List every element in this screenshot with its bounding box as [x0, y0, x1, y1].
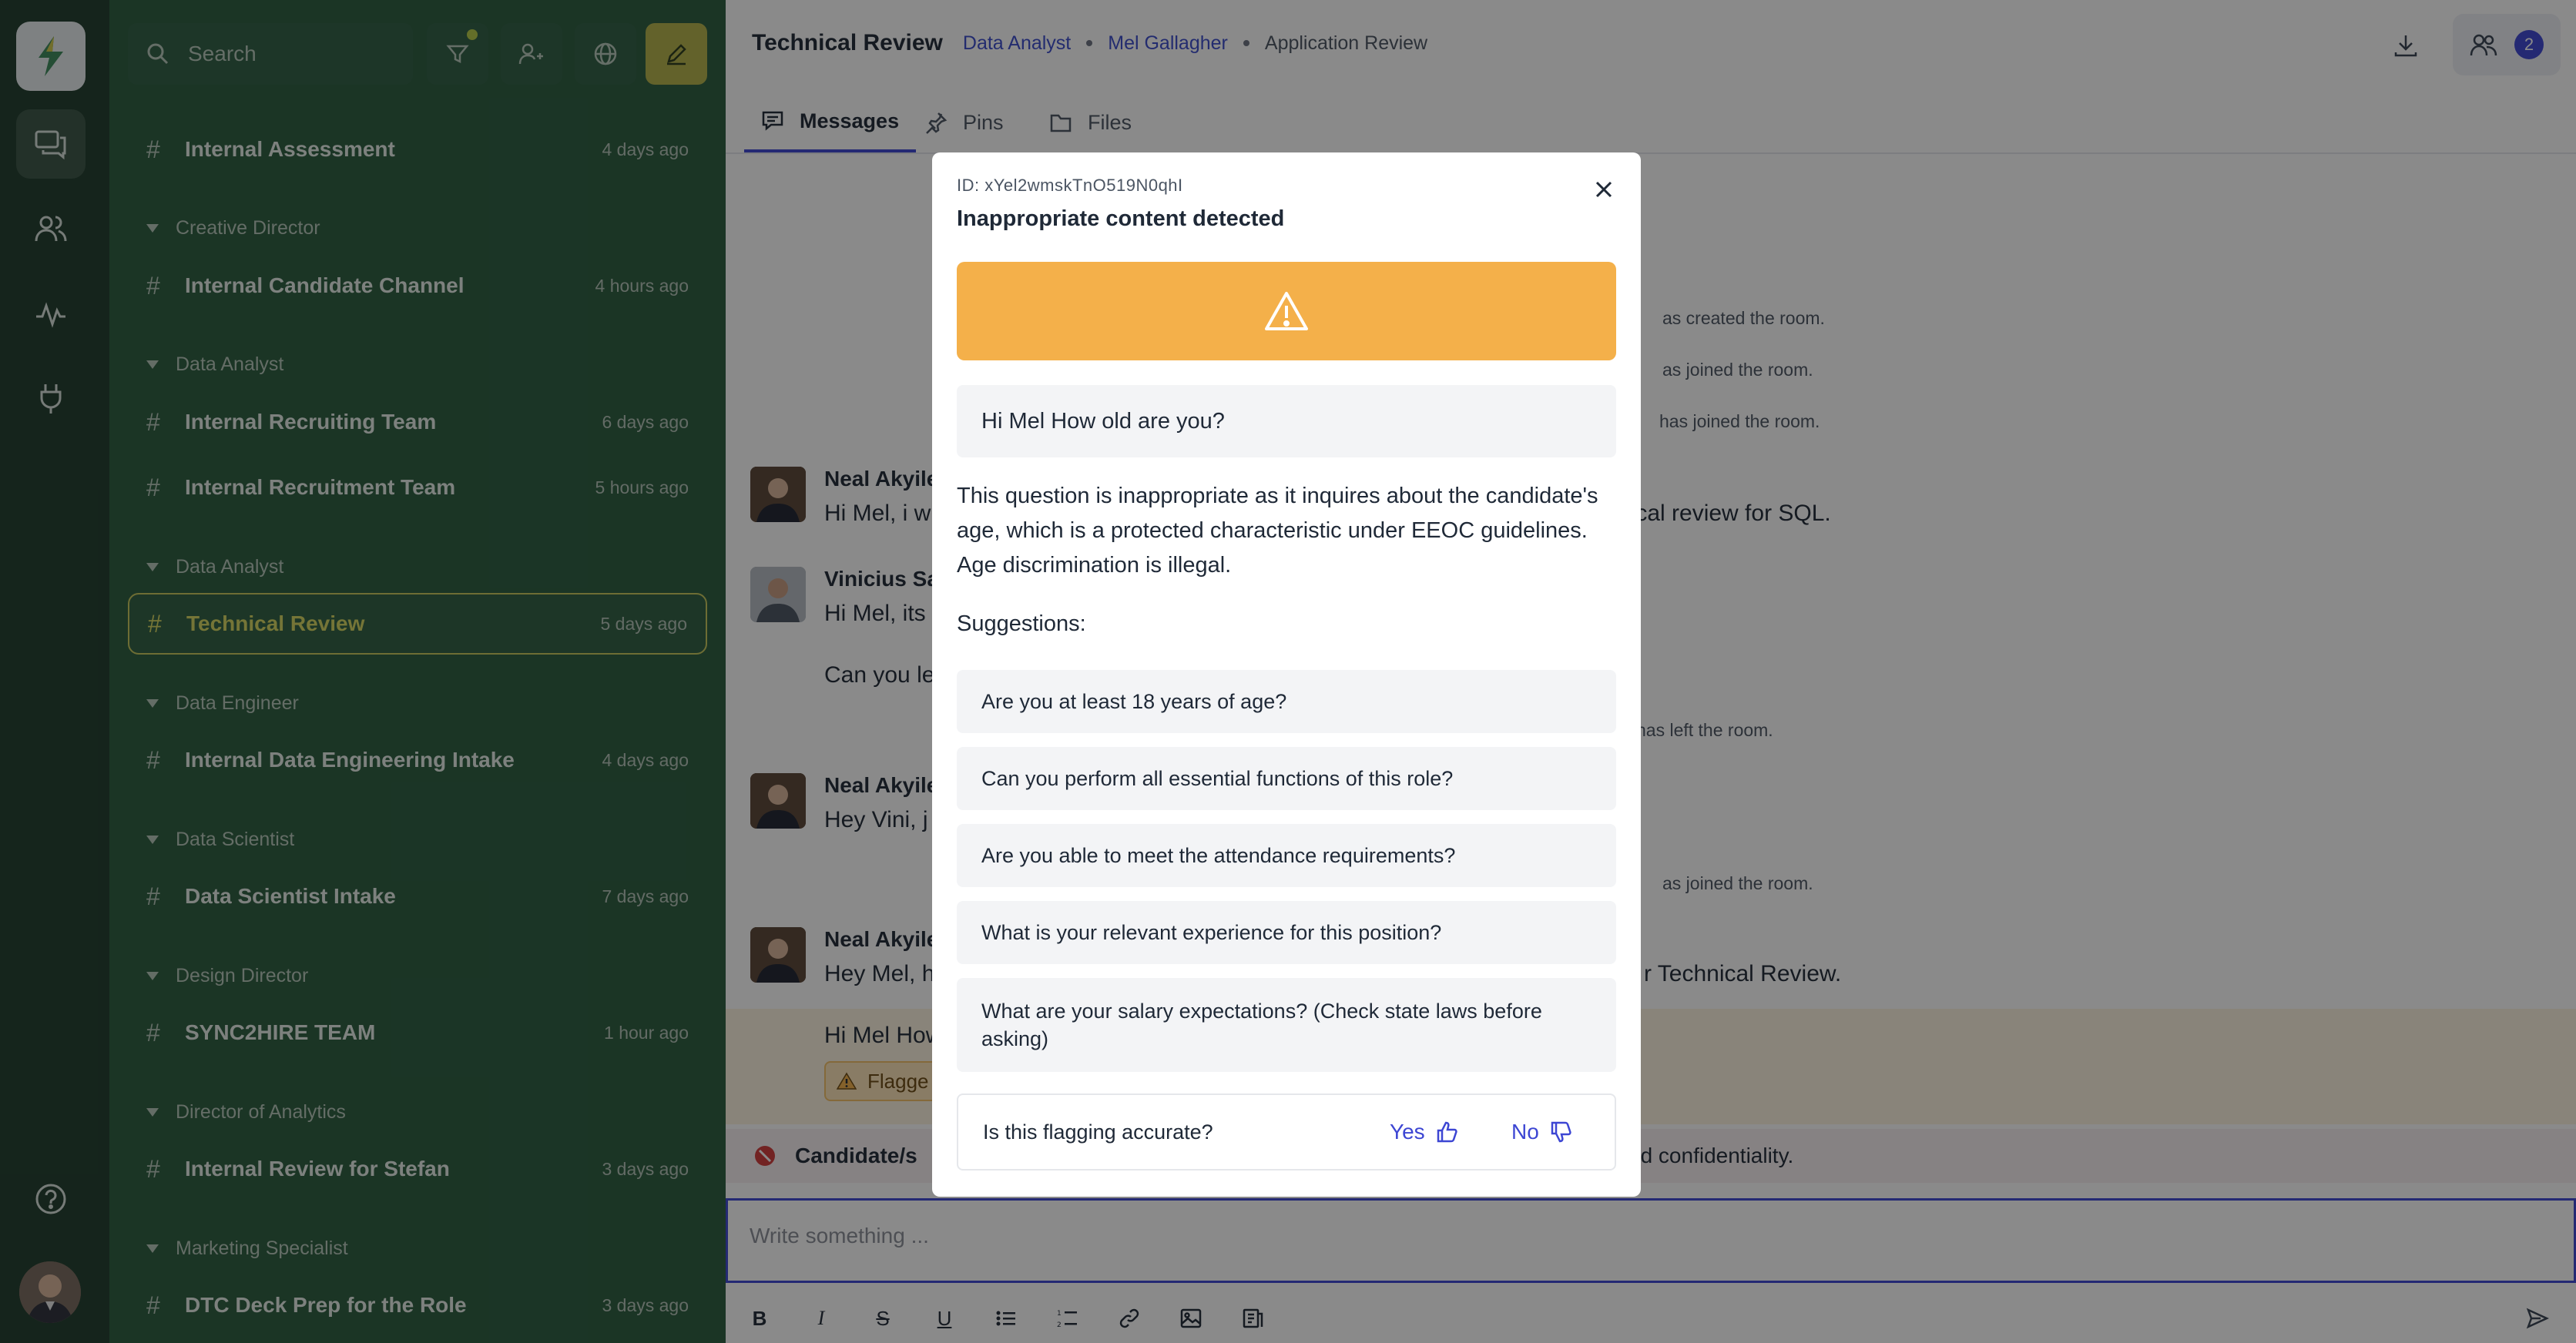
flag-feedback: Is this flagging accurate? Yes No — [957, 1093, 1616, 1171]
yes-label: Yes — [1390, 1120, 1425, 1144]
feedback-no-button[interactable]: No — [1511, 1095, 1573, 1169]
flagged-content-dialog: ID: xYel2wmskTnO519N0qhI Inappropriate c… — [932, 152, 1641, 1197]
close-button[interactable] — [1588, 174, 1619, 205]
suggestion-item[interactable]: Are you at least 18 years of age? — [957, 670, 1616, 733]
thumbs-up-icon — [1437, 1121, 1457, 1143]
dialog-id: ID: xYel2wmskTnO519N0qhI — [957, 176, 1183, 195]
flagged-message-quote: Hi Mel How old are you? — [957, 385, 1616, 457]
suggestions-heading: Suggestions: — [957, 611, 1086, 636]
close-icon — [1595, 181, 1612, 198]
suggestion-item[interactable]: Are you able to meet the attendance requ… — [957, 824, 1616, 887]
suggestion-item[interactable]: What are your salary expectations? (Chec… — [957, 978, 1616, 1072]
suggestion-item[interactable]: What is your relevant experience for thi… — [957, 901, 1616, 964]
flag-explanation: This question is inappropriate as it inq… — [957, 484, 1598, 578]
warning-banner — [957, 262, 1616, 360]
warning-icon — [1265, 292, 1308, 330]
feedback-yes-button[interactable]: Yes — [1390, 1095, 1459, 1169]
no-label: No — [1511, 1120, 1539, 1144]
thumbs-down-icon — [1551, 1121, 1571, 1143]
suggestion-item[interactable]: Can you perform all essential functions … — [957, 747, 1616, 810]
feedback-question: Is this flagging accurate? — [983, 1120, 1213, 1144]
dialog-title: Inappropriate content detected — [957, 206, 1285, 231]
